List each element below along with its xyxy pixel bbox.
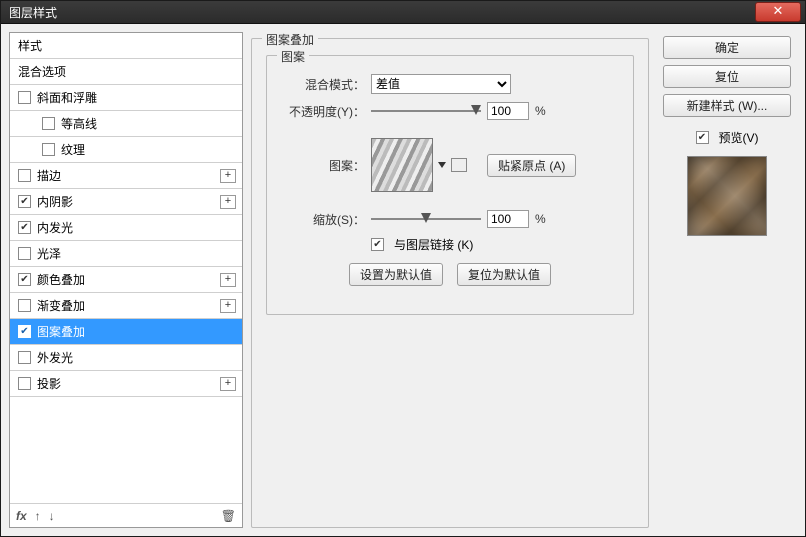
group-pattern-overlay: 图案叠加 图案 混合模式： 差值 不透明度(Y)： xyxy=(251,38,649,528)
sidebar-item-label: 斜面和浮雕 xyxy=(37,89,97,106)
add-effect-button[interactable]: + xyxy=(220,169,236,183)
sidebar-item-pattern-overlay[interactable]: 图案叠加 xyxy=(10,319,242,345)
set-default-button[interactable]: 设置为默认值 xyxy=(349,263,443,286)
sidebar-header-styles-label: 样式 xyxy=(18,37,42,54)
trash-icon[interactable]: 🗑 xyxy=(221,509,236,523)
row-pattern: 图案： 贴紧原点 (A) xyxy=(281,138,619,192)
fx-icon[interactable]: fx xyxy=(16,509,27,523)
sidebar-item-stroke[interactable]: 描边 + xyxy=(10,163,242,189)
sidebar-item-label: 等高线 xyxy=(61,115,97,132)
row-link: 与图层链接 (K) xyxy=(281,236,619,253)
chevron-down-icon[interactable] xyxy=(438,162,446,168)
sidebar-item-color-overlay[interactable]: 颜色叠加 + xyxy=(10,267,242,293)
sidebar-header-blending-label: 混合选项 xyxy=(18,63,66,80)
checkbox-icon[interactable] xyxy=(18,273,31,286)
sidebar-item-bevel[interactable]: 斜面和浮雕 xyxy=(10,85,242,111)
checkbox-icon[interactable] xyxy=(42,117,55,130)
sidebar-item-label: 描边 xyxy=(37,167,61,184)
checkbox-icon[interactable] xyxy=(18,169,31,182)
checkbox-icon[interactable] xyxy=(18,91,31,104)
close-button[interactable]: ✕ xyxy=(755,2,801,22)
sidebar-item-label: 图案叠加 xyxy=(37,323,85,340)
styles-sidebar: 样式 混合选项 斜面和浮雕 等高线 纹理 xyxy=(9,32,243,528)
snap-origin-button[interactable]: 贴紧原点 (A) xyxy=(487,154,576,177)
opacity-unit: % xyxy=(535,104,546,118)
checkbox-icon[interactable] xyxy=(18,195,31,208)
sidebar-item-drop-shadow[interactable]: 投影 + xyxy=(10,371,242,397)
sidebar-item-inner-glow[interactable]: 内发光 xyxy=(10,215,242,241)
blend-mode-label: 混合模式： xyxy=(281,76,365,93)
sidebar-header-blending[interactable]: 混合选项 xyxy=(10,59,242,85)
scale-slider[interactable] xyxy=(371,210,481,228)
sidebar-header-styles[interactable]: 样式 xyxy=(10,33,242,59)
cancel-button[interactable]: 复位 xyxy=(663,65,791,88)
preview-swatch xyxy=(687,156,767,236)
checkbox-icon[interactable] xyxy=(18,247,31,260)
scale-input[interactable] xyxy=(487,210,529,228)
checkbox-icon[interactable] xyxy=(18,377,31,390)
sidebar-footer: fx ↑ ↓ 🗑 xyxy=(10,503,242,527)
action-panel: 确定 复位 新建样式 (W)... 预览(V) xyxy=(657,32,797,528)
row-scale: 缩放(S)： % xyxy=(281,210,619,228)
add-effect-button[interactable]: + xyxy=(220,299,236,313)
opacity-label: 不透明度(Y)： xyxy=(281,103,365,120)
opacity-input[interactable] xyxy=(487,102,529,120)
sidebar-item-label: 内发光 xyxy=(37,219,73,236)
sidebar-item-satin[interactable]: 光泽 xyxy=(10,241,242,267)
checkbox-icon[interactable] xyxy=(696,131,709,144)
group-pattern: 图案 混合模式： 差值 不透明度(Y)： xyxy=(266,55,634,315)
slider-thumb-icon[interactable] xyxy=(421,213,431,223)
style-list: 样式 混合选项 斜面和浮雕 等高线 纹理 xyxy=(10,33,242,503)
checkbox-icon[interactable] xyxy=(18,351,31,364)
sidebar-item-gradient-overlay[interactable]: 渐变叠加 + xyxy=(10,293,242,319)
sidebar-item-label: 外发光 xyxy=(37,349,73,366)
group-title: 图案叠加 xyxy=(262,31,318,48)
sidebar-subitem-texture[interactable]: 纹理 xyxy=(10,137,242,163)
checkbox-icon[interactable] xyxy=(18,299,31,312)
link-label: 与图层链接 (K) xyxy=(394,236,473,253)
ok-button[interactable]: 确定 xyxy=(663,36,791,59)
link-with-layer-checkbox[interactable]: 与图层链接 (K) xyxy=(371,236,473,253)
preview-checkbox[interactable]: 预览(V) xyxy=(696,129,759,146)
sidebar-item-label: 颜色叠加 xyxy=(37,271,85,288)
add-effect-button[interactable]: + xyxy=(220,377,236,391)
sidebar-item-label: 投影 xyxy=(37,375,61,392)
row-default-buttons: 设置为默认值 复位为默认值 xyxy=(281,263,619,286)
new-style-button[interactable]: 新建样式 (W)... xyxy=(663,94,791,117)
add-effect-button[interactable]: + xyxy=(220,195,236,209)
sidebar-item-label: 内阴影 xyxy=(37,193,73,210)
sidebar-item-label: 光泽 xyxy=(37,245,61,262)
move-up-icon[interactable]: ↑ xyxy=(35,509,41,523)
preview-label: 预览(V) xyxy=(719,129,759,146)
new-preset-icon[interactable] xyxy=(451,158,467,172)
opacity-slider[interactable] xyxy=(371,102,481,120)
inner-group-title: 图案 xyxy=(277,48,309,65)
move-down-icon[interactable]: ↓ xyxy=(49,509,55,523)
checkbox-icon[interactable] xyxy=(18,221,31,234)
pattern-label: 图案： xyxy=(281,157,365,174)
row-opacity: 不透明度(Y)： % xyxy=(281,102,619,120)
titlebar: 图层样式 ✕ xyxy=(1,1,805,24)
add-effect-button[interactable]: + xyxy=(220,273,236,287)
sidebar-item-inner-shadow[interactable]: 内阴影 + xyxy=(10,189,242,215)
reset-default-button[interactable]: 复位为默认值 xyxy=(457,263,551,286)
slider-thumb-icon[interactable] xyxy=(471,105,481,115)
scale-label: 缩放(S)： xyxy=(281,211,365,228)
blend-mode-select[interactable]: 差值 xyxy=(371,74,511,94)
window-title: 图层样式 xyxy=(1,4,57,21)
sidebar-subitem-contour[interactable]: 等高线 xyxy=(10,111,242,137)
checkbox-icon[interactable] xyxy=(18,325,31,338)
sidebar-item-label: 纹理 xyxy=(61,141,85,158)
row-blend-mode: 混合模式： 差值 xyxy=(281,74,619,94)
pattern-swatch[interactable] xyxy=(371,138,433,192)
sidebar-item-outer-glow[interactable]: 外发光 xyxy=(10,345,242,371)
settings-panel: 图案叠加 图案 混合模式： 差值 不透明度(Y)： xyxy=(251,32,649,528)
dialog-body: 样式 混合选项 斜面和浮雕 等高线 纹理 xyxy=(1,24,805,536)
checkbox-icon[interactable] xyxy=(371,238,384,251)
scale-unit: % xyxy=(535,212,546,226)
sidebar-item-label: 渐变叠加 xyxy=(37,297,85,314)
layer-style-dialog: 图层样式 ✕ 样式 混合选项 斜面和浮雕 等高线 xyxy=(0,0,806,537)
checkbox-icon[interactable] xyxy=(42,143,55,156)
